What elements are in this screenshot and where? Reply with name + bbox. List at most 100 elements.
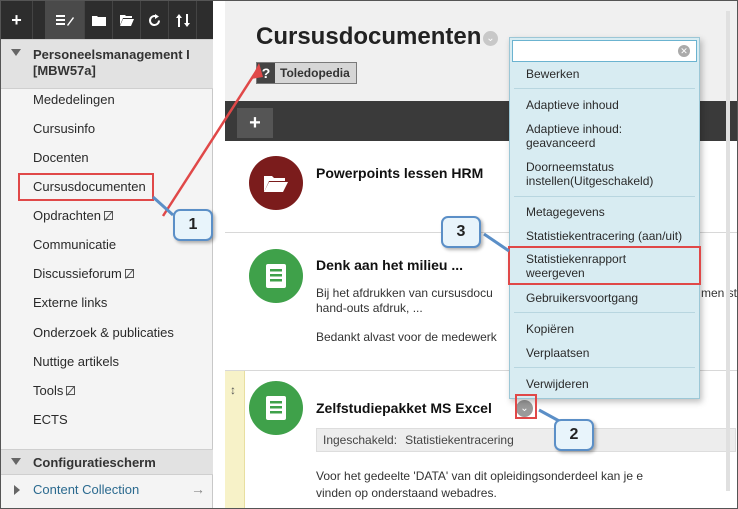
- status-key: Ingeschakeld:: [323, 433, 398, 447]
- item-status-row: Ingeschakeld: Statistiekentracering: [316, 428, 736, 452]
- drag-arrows-icon: ↕: [230, 383, 236, 397]
- menu-item-review-status[interactable]: Doorneemstatus instellen(Uitgeschakeld): [526, 160, 653, 188]
- highlight-statistics-report: [508, 246, 701, 285]
- toledopedia-help-link[interactable]: ? Toledopedia: [256, 62, 357, 84]
- callout-number: 3: [456, 223, 466, 240]
- menu-item-copy[interactable]: Kopiëren: [526, 322, 574, 336]
- menu-divider: [514, 312, 695, 313]
- menu-divider: [514, 88, 695, 89]
- item-description-line: vinden op onderstaand webadres.: [316, 486, 497, 500]
- item-title-link[interactable]: Denk aan het milieu ...: [316, 257, 463, 273]
- item-context-menu: ✕ Bewerken Adaptieve inhoud Adaptieve in…: [509, 37, 700, 399]
- sidebar-item-label: Nuttige artikels: [33, 354, 119, 369]
- item-description-line: Bedankt alvast voor de medewerk: [316, 330, 497, 344]
- course-title-section[interactable]: Personeelsmanagement I [MBW57a]: [1, 39, 213, 89]
- sidebar-item-label: Opdrachten: [33, 208, 101, 223]
- item-description-line: Bij het afdrukken van cursusdocu: [316, 286, 493, 300]
- callout-3: 3: [441, 216, 481, 248]
- menu-item-label: geavanceerd: [526, 136, 596, 150]
- scrollbar[interactable]: [726, 11, 730, 491]
- collapse-triangle-icon: [11, 458, 21, 465]
- item-title-link[interactable]: Powerpoints lessen HRM: [316, 165, 483, 181]
- sidebar-item-ects[interactable]: ECTS: [33, 412, 68, 427]
- expand-triangle-icon: [14, 485, 20, 495]
- sidebar-item-onderzoek[interactable]: Onderzoek & publicaties: [33, 325, 174, 340]
- refresh-button[interactable]: [141, 1, 169, 39]
- sidebar-item-label: Tools: [33, 383, 64, 398]
- item-title-link[interactable]: Zelfstudiepakket MS Excel: [316, 400, 492, 416]
- menu-divider: [514, 367, 695, 368]
- content-collection-label: Content Collection: [33, 482, 140, 497]
- menu-item-move[interactable]: Verplaatsen: [526, 346, 589, 360]
- status-value: Statistiekentracering: [405, 433, 514, 447]
- sidebar-item-opdrachten[interactable]: Opdrachten: [33, 208, 113, 223]
- control-panel-section[interactable]: Configuratiescherm: [1, 449, 213, 475]
- screenshot-frame: + Personeelsmanagement I [MBW57a] Medede…: [0, 0, 738, 509]
- menu-item-label: Doorneemstatus: [526, 160, 615, 174]
- sidebar-item-label: Mededelingen: [33, 92, 115, 107]
- sidebar-item-nuttige-artikels[interactable]: Nuttige artikels: [33, 354, 119, 369]
- sidebar-item-communicatie[interactable]: Communicatie: [33, 237, 116, 252]
- content-collection-link[interactable]: Content Collection →: [1, 477, 213, 503]
- control-panel-title: Configuratiescherm: [33, 455, 156, 470]
- callout-1: 1: [173, 209, 213, 241]
- course-title: Personeelsmanagement I [MBW57a]: [33, 47, 190, 78]
- sidebar-item-externe-links[interactable]: Externe links: [33, 295, 107, 310]
- folder-open-button[interactable]: [113, 1, 141, 39]
- sidebar-item-label: Externe links: [33, 295, 108, 310]
- sort-icon: [175, 13, 190, 27]
- menu-item-adaptive-advanced[interactable]: Adaptieve inhoud: geavanceerd: [526, 122, 622, 150]
- menu-divider: [514, 196, 695, 197]
- sidebar-item-label: Cursusinfo: [33, 121, 96, 136]
- sidebar-item-discussieforum[interactable]: Discussieforum: [33, 266, 134, 281]
- menu-item-metadata[interactable]: Metagegevens: [526, 205, 605, 219]
- menu-item-label: Adaptieve inhoud:: [526, 122, 623, 136]
- help-icon: ?: [257, 63, 275, 83]
- menu-item-tracking-toggle[interactable]: Statistiekentracering (aan/uit): [526, 229, 682, 243]
- build-content-button[interactable]: +: [237, 108, 273, 138]
- sort-button[interactable]: [169, 1, 197, 39]
- callout-number: 2: [569, 426, 579, 443]
- help-link-label: Toledopedia: [280, 66, 350, 80]
- item-description-line: hand-outs afdruk, ...: [316, 301, 423, 315]
- menu-item-user-progress[interactable]: Gebruikersvoortgang: [526, 291, 638, 305]
- sidebar-item-tools[interactable]: Tools: [33, 383, 76, 398]
- sidebar-item-label: ECTS: [33, 412, 68, 427]
- folder-icon: [91, 16, 106, 26]
- document-icon: [249, 381, 303, 435]
- folder-open-icon: [119, 15, 134, 26]
- arrow-right-icon: →: [191, 481, 205, 497]
- folder-icon: [249, 156, 303, 210]
- item-description-line: Voor het gedeelte 'DATA' van dit opleidi…: [316, 469, 644, 483]
- sidebar-item-label: Docenten: [33, 150, 89, 165]
- sidebar-item-label: Discussieforum: [33, 266, 122, 281]
- menu-search-input[interactable]: ✕: [512, 40, 697, 62]
- menu-item-edit[interactable]: Bewerken: [526, 67, 579, 81]
- hidden-from-students-icon: [103, 211, 113, 220]
- course-menu-sidebar: + Personeelsmanagement I [MBW57a] Medede…: [1, 1, 213, 508]
- highlight-cursusdocumenten: [18, 173, 154, 201]
- hidden-from-students-icon: [66, 386, 76, 395]
- edit-mode-button[interactable]: [45, 1, 85, 39]
- menu-item-adaptive[interactable]: Adaptieve inhoud: [526, 98, 619, 112]
- sidebar-item-cursusinfo[interactable]: Cursusinfo: [33, 121, 95, 136]
- sidebar-item-label: Communicatie: [33, 237, 117, 252]
- callout-2: 2: [554, 419, 594, 451]
- add-menu-item-button[interactable]: +: [1, 1, 33, 39]
- highlight-item-chevron: [515, 394, 537, 419]
- list-edit-icon: [55, 15, 74, 26]
- sidebar-item-label: Onderzoek & publicaties: [33, 325, 174, 340]
- page-title: Cursusdocumenten: [256, 23, 482, 50]
- drag-handle[interactable]: ↕: [225, 371, 245, 508]
- sidebar-item-docenten[interactable]: Docenten: [33, 150, 89, 165]
- sidebar-item-mededelingen[interactable]: Mededelingen: [33, 92, 115, 107]
- menu-item-label: instellen(Uitgeschakeld): [526, 174, 654, 188]
- clear-icon[interactable]: ✕: [678, 45, 690, 57]
- collapse-triangle-icon: [11, 49, 21, 56]
- folder-view-button[interactable]: [85, 1, 113, 39]
- item-description-cut: men stil: [701, 286, 738, 300]
- chevron-down-icon[interactable]: ⌄: [483, 31, 498, 46]
- callout-number: 1: [188, 216, 198, 233]
- refresh-icon: [149, 13, 161, 26]
- menu-item-delete[interactable]: Verwijderen: [526, 377, 589, 391]
